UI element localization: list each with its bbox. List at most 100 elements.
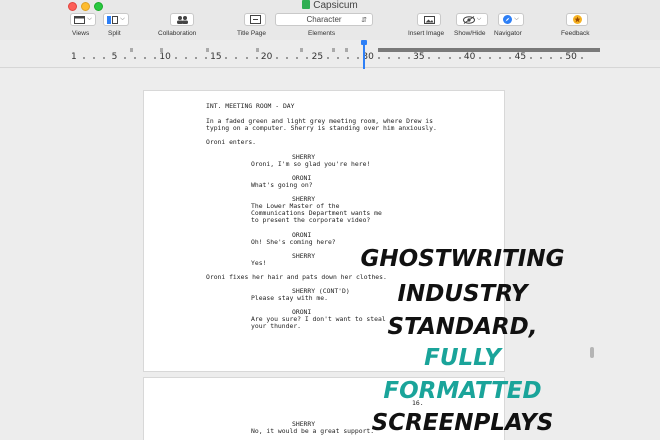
- ruler-tab-stop[interactable]: [332, 48, 335, 52]
- views-label: Views: [72, 30, 90, 37]
- ruler-dot: [458, 57, 461, 59]
- ruler-number: 10: [159, 52, 171, 62]
- ruler-dot: [336, 57, 339, 59]
- promo-line-5: FORMATTED: [383, 378, 542, 404]
- navigator-button[interactable]: ⌵: [498, 13, 524, 26]
- ruler-dot: [255, 57, 258, 59]
- ruler-number: 15: [210, 52, 222, 62]
- split-view-icon: [107, 15, 119, 24]
- ruler-dot: [407, 57, 410, 59]
- ruler-dot: [489, 57, 492, 59]
- ruler[interactable]: 1 5 10 15 20 25 30 35 40 45 50: [0, 40, 660, 74]
- ruler-dot: [296, 57, 299, 59]
- elements-select[interactable]: Character ⇵: [275, 13, 373, 26]
- ruler-dot: [560, 57, 563, 59]
- ruler-tab-stop[interactable]: [160, 48, 163, 52]
- ruler-dot: [123, 57, 126, 59]
- ruler-dot: [479, 57, 481, 59]
- insert-image-button[interactable]: [417, 13, 441, 26]
- ruler-dot: [103, 57, 106, 59]
- ruler-number: 5: [111, 52, 118, 62]
- ruler-tab-stop[interactable]: [300, 48, 303, 52]
- dialogue-line[interactable]: Oh! She's coming here?: [251, 238, 336, 246]
- feedback-button[interactable]: [566, 13, 588, 26]
- split-button[interactable]: ⌵: [103, 13, 129, 26]
- ruler-dot: [93, 57, 96, 59]
- chevron-down-icon: ⌵: [87, 16, 92, 22]
- dialogue-line[interactable]: to present the corporate video?: [251, 216, 370, 224]
- ruler-dot: [550, 57, 553, 59]
- split-label: Split: [108, 30, 121, 37]
- show-hide-label: Show/Hide: [454, 30, 486, 37]
- ruler-tab-stop[interactable]: [256, 48, 259, 52]
- dialogue-line[interactable]: Please stay with me.: [251, 294, 328, 302]
- ruler-number: 20: [260, 52, 273, 62]
- title-page-button[interactable]: [244, 13, 266, 26]
- dialogue-line[interactable]: your thunder.: [251, 322, 301, 330]
- dialogue-line[interactable]: Oroni, I'm so glad you're here!: [251, 160, 370, 168]
- ruler-dot: [184, 57, 187, 59]
- dialogue-line[interactable]: What's going on?: [251, 181, 313, 189]
- ruler-dot: [529, 57, 532, 59]
- character-name[interactable]: SHERRY: [292, 252, 315, 260]
- collaboration-label: Collaboration: [158, 30, 197, 37]
- image-icon: [423, 15, 435, 24]
- ruler-dot: [357, 57, 360, 59]
- title-bar: Capsicum: [0, 0, 660, 12]
- chevron-down-icon: ⌵: [120, 16, 125, 22]
- ruler-number: 35: [413, 52, 425, 62]
- ruler-dot: [235, 57, 238, 59]
- eye-slash-icon: [462, 15, 475, 24]
- ruler-dot: [539, 57, 542, 59]
- title-page-label: Title Page: [237, 30, 267, 37]
- ruler-dot: [133, 57, 136, 59]
- ruler-dot: [144, 57, 147, 59]
- ruler-number: 45: [514, 52, 527, 62]
- ruler-dot: [245, 57, 248, 59]
- ruler-dot: [509, 57, 512, 59]
- dialogue-line[interactable]: Yes!: [251, 259, 266, 267]
- scene-heading[interactable]: INT. MEETING ROOM - DAY: [206, 102, 295, 110]
- ruler-dot: [387, 57, 390, 59]
- ruler-tab-stop[interactable]: [206, 48, 209, 52]
- chevron-down-icon: ⌵: [514, 16, 519, 22]
- feedback-label: Feedback: [561, 30, 590, 37]
- window-title: Capsicum: [0, 0, 660, 12]
- ruler-dot: [225, 57, 228, 59]
- window-title-text: Capsicum: [313, 0, 358, 11]
- feedback-star-icon: [572, 15, 582, 24]
- views-button[interactable]: ⌵: [70, 13, 96, 26]
- ruler-dot: [499, 57, 502, 59]
- promo-line-6: SCREENPLAYS: [371, 410, 554, 436]
- collaboration-button[interactable]: [170, 13, 194, 26]
- ruler-dot: [194, 57, 197, 59]
- compass-icon: [503, 15, 513, 24]
- action-line[interactable]: typing on a computer. Sherry is standing…: [206, 124, 437, 132]
- ruler-number: 40: [463, 52, 476, 62]
- ruler-dot: [377, 57, 380, 59]
- up-down-chevron-icon: ⇵: [361, 16, 367, 24]
- show-hide-button[interactable]: ⌵: [456, 13, 488, 26]
- ruler-dot: [448, 57, 451, 59]
- ruler-dot: [174, 57, 177, 59]
- ruler-dot: [580, 57, 583, 59]
- vertical-scrollbar[interactable]: [590, 347, 594, 358]
- elements-label: Elements: [308, 30, 336, 37]
- navigator-label: Navigator: [494, 30, 522, 37]
- ruler-dot: [438, 57, 441, 59]
- title-page-icon: [249, 15, 261, 24]
- ruler-number: 25: [311, 52, 324, 62]
- ruler-tab-stop[interactable]: [345, 48, 348, 52]
- ruler-dot: [347, 57, 350, 59]
- ruler-dot: [83, 57, 86, 59]
- ruler-dot: [397, 57, 400, 59]
- ruler-number: 1: [71, 52, 77, 62]
- toolbar: ⌵ Views ⌵ Split Collaboration Title Page…: [0, 12, 660, 40]
- ruler-tab-stop[interactable]: [130, 48, 133, 52]
- action-line[interactable]: Oroni enters.: [206, 138, 256, 146]
- elements-select-value: Character: [306, 15, 342, 24]
- ruler-dot: [286, 57, 289, 59]
- people-icon: [177, 15, 188, 24]
- ruler-dot: [306, 57, 309, 59]
- ruler-dot: [154, 57, 157, 59]
